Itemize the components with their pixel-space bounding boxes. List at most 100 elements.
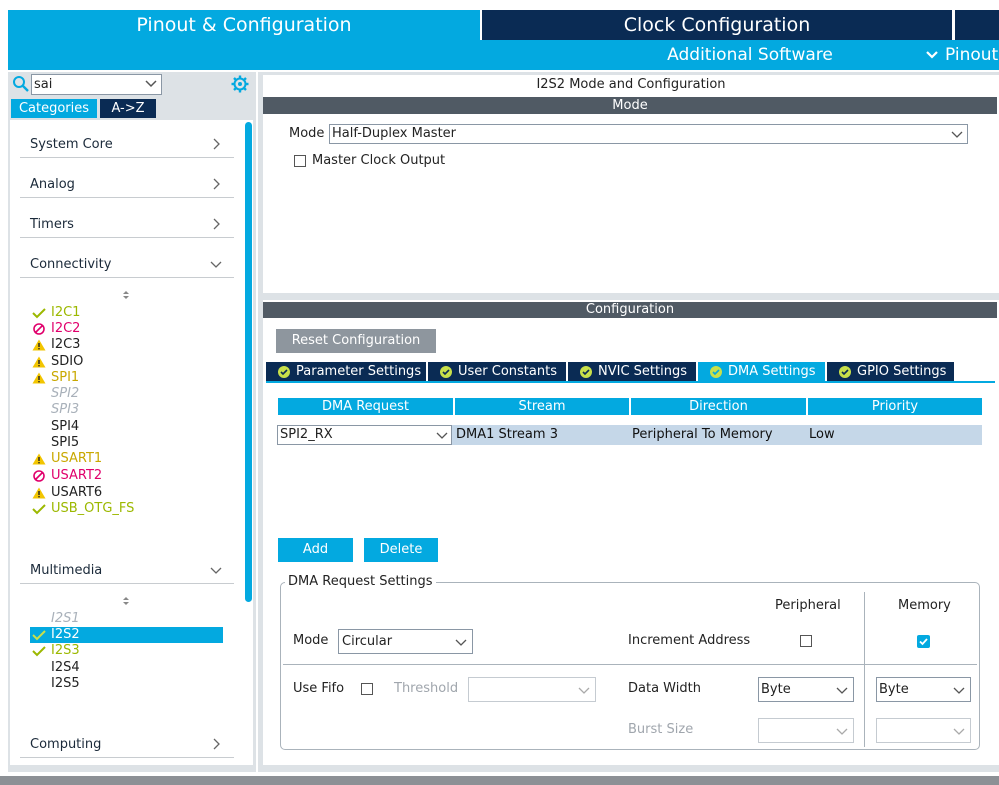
column-header-dma-request[interactable]: DMA Request xyxy=(278,398,453,415)
tab-pinout-configuration[interactable]: Pinout & Configuration xyxy=(8,10,480,40)
search-icon xyxy=(13,76,29,92)
prohibited-icon xyxy=(33,470,45,482)
periph-label: SDIO xyxy=(51,354,84,369)
threshold-select[interactable] xyxy=(468,677,596,702)
chevron-down-icon xyxy=(578,687,590,694)
master-clock-label: Master Clock Output xyxy=(312,153,446,168)
tab-label: NVIC Settings xyxy=(598,364,687,379)
periph-spi4[interactable]: SPI4 xyxy=(32,419,79,435)
chevron-down-icon xyxy=(210,567,222,574)
reset-configuration-button[interactable]: Reset Configuration xyxy=(276,329,436,353)
burst-size-peripheral-select[interactable] xyxy=(758,718,854,743)
peripheral-increment-checkbox[interactable] xyxy=(800,635,812,647)
periph-label: SPI5 xyxy=(51,435,80,450)
periph-usart1[interactable]: USART1 xyxy=(32,451,102,467)
periph-i2s1[interactable]: I2S1 xyxy=(32,611,80,627)
category-label: Connectivity xyxy=(30,257,112,272)
data-width-memory-select[interactable]: Byte xyxy=(876,677,971,702)
column-header-stream[interactable]: Stream xyxy=(455,398,629,415)
periph-spi3[interactable]: SPI3 xyxy=(32,402,79,418)
panel-title: I2S2 Mode and Configuration xyxy=(536,77,726,92)
use-fifo-label: Use Fifo xyxy=(293,681,345,696)
data-width-peripheral-select[interactable]: Byte xyxy=(758,677,854,702)
check-icon xyxy=(32,308,46,319)
periph-spi5[interactable]: SPI5 xyxy=(32,435,79,451)
a-to-z-button[interactable]: A->Z xyxy=(100,99,156,118)
categories-button[interactable]: Categories xyxy=(11,99,97,118)
column-header-direction[interactable]: Direction xyxy=(631,398,806,415)
table-cell-stream: DMA1 Stream 3 xyxy=(454,425,628,445)
burst-size-memory-select[interactable] xyxy=(876,718,971,743)
master-clock-checkbox[interactable] xyxy=(294,155,306,167)
chevron-down-icon xyxy=(836,687,848,694)
tab-clock-configuration[interactable]: Clock Configuration xyxy=(482,10,952,40)
dma-request-select[interactable]: SPI2_RX xyxy=(277,425,452,445)
scrollbar-thumb[interactable] xyxy=(245,122,252,602)
periph-usart2[interactable]: USART2 xyxy=(32,468,102,484)
threshold-label: Threshold xyxy=(394,681,459,696)
tab-label: Parameter Settings xyxy=(296,364,422,379)
add-button[interactable]: Add xyxy=(278,538,353,562)
chevron-down-icon[interactable] xyxy=(144,77,158,91)
periph-i2s2[interactable]: I2S2 xyxy=(30,627,223,643)
periph-label: SPI3 xyxy=(51,402,80,417)
pinout-menu[interactable]: Pinout xyxy=(925,40,999,70)
bottom-status-bar xyxy=(0,776,999,785)
tab-pinout-label: Pinout & Configuration xyxy=(136,14,352,36)
chevron-right-icon xyxy=(213,138,220,150)
periph-label: I2S5 xyxy=(51,676,80,691)
category-analog[interactable]: Analog xyxy=(20,172,234,198)
warning-icon xyxy=(32,487,46,499)
periph-label: USB_OTG_FS xyxy=(51,501,135,516)
tab-nvic-settings[interactable]: NVIC Settings xyxy=(568,362,696,382)
gear-icon[interactable] xyxy=(231,75,249,93)
periph-i2c2[interactable]: I2C2 xyxy=(32,321,80,337)
periph-label: SPI1 xyxy=(51,370,80,385)
tab-dma-settings[interactable]: DMA Settings xyxy=(698,362,825,382)
check-circle-icon xyxy=(440,366,452,378)
tab-gpio-settings[interactable]: GPIO Settings xyxy=(827,362,954,382)
category-multimedia[interactable]: Multimedia xyxy=(20,558,234,584)
divider xyxy=(283,664,977,665)
sort-icon[interactable] xyxy=(121,596,131,606)
periph-i2c3[interactable]: I2C3 xyxy=(32,337,80,353)
chevron-down-icon xyxy=(953,728,965,735)
mode-select[interactable]: Half-Duplex Master xyxy=(329,124,968,144)
dma-mode-select[interactable]: Circular xyxy=(338,629,473,654)
mode-label: Mode xyxy=(289,126,325,141)
category-connectivity[interactable]: Connectivity xyxy=(20,252,234,278)
category-computing[interactable]: Computing xyxy=(20,732,234,758)
check-circle-icon xyxy=(710,366,722,378)
periph-i2s5[interactable]: I2S5 xyxy=(32,676,80,692)
sort-icon[interactable] xyxy=(121,290,131,300)
check-circle-icon xyxy=(580,366,592,378)
category-timers[interactable]: Timers xyxy=(20,212,234,238)
tab-parameter-settings[interactable]: Parameter Settings xyxy=(266,362,426,382)
periph-label: SPI4 xyxy=(51,419,80,434)
periph-spi1[interactable]: SPI1 xyxy=(32,370,79,386)
periph-i2c1[interactable]: I2C1 xyxy=(32,305,80,321)
category-system-core[interactable]: System Core xyxy=(20,132,234,158)
check-icon xyxy=(32,630,46,641)
check-icon xyxy=(919,638,928,646)
delete-button[interactable]: Delete xyxy=(364,538,438,562)
column-header-priority[interactable]: Priority xyxy=(808,398,982,415)
periph-label: I2S2 xyxy=(51,627,80,642)
tab-overflow[interactable] xyxy=(955,10,999,40)
periph-label: I2C3 xyxy=(51,337,81,352)
periph-usart6[interactable]: USART6 xyxy=(32,485,102,501)
periph-sdio[interactable]: SDIO xyxy=(32,354,83,370)
search-input[interactable]: sai xyxy=(31,74,162,95)
memory-column-label: Memory xyxy=(898,598,951,613)
tab-additional-software[interactable]: Additional Software xyxy=(620,40,880,70)
periph-i2s3[interactable]: I2S3 xyxy=(32,643,80,659)
warning-icon xyxy=(32,453,46,465)
memory-increment-checkbox[interactable] xyxy=(917,635,930,648)
periph-usb-otg-fs[interactable]: USB_OTG_FS xyxy=(32,501,134,517)
peripheral-column-label: Peripheral xyxy=(775,598,841,613)
periph-spi2[interactable]: SPI2 xyxy=(32,386,79,402)
periph-i2s4[interactable]: I2S4 xyxy=(32,660,80,676)
use-fifo-checkbox[interactable] xyxy=(361,683,373,695)
tab-user-constants[interactable]: User Constants xyxy=(428,362,566,382)
dma-mode-label: Mode xyxy=(293,633,329,648)
